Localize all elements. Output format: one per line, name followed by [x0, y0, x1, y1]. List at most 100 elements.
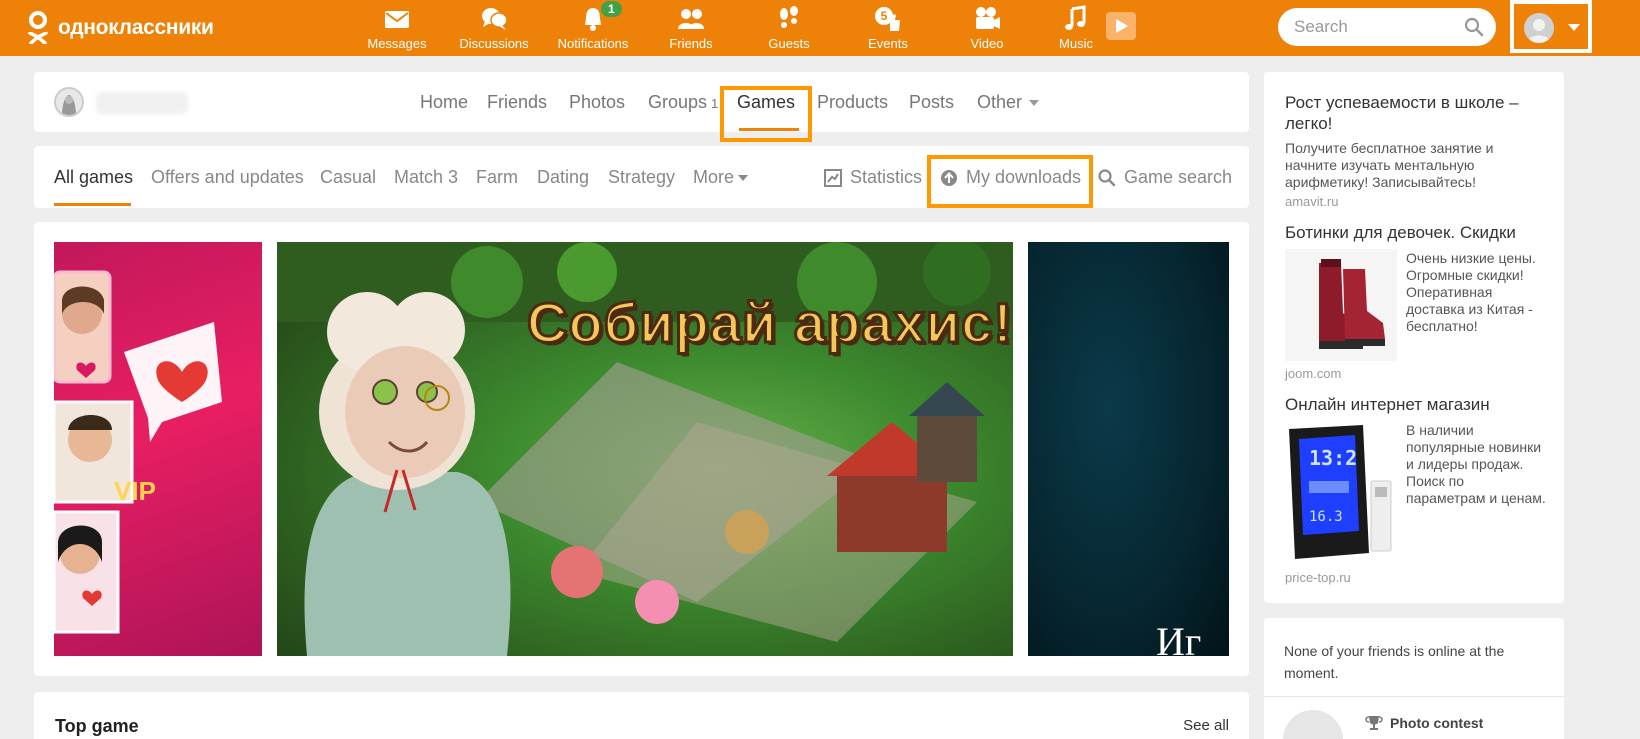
profile-avatar[interactable] — [54, 87, 84, 117]
svg-text:16.3: 16.3 — [1309, 509, 1343, 525]
nav-events[interactable]: 5 Events — [848, 5, 928, 53]
search-input[interactable] — [1294, 16, 1454, 38]
banner-farm-game[interactable]: Собирай арахис! — [277, 242, 1013, 656]
banner-title: Собирай арахис! — [526, 290, 1013, 356]
games-tab-underline — [739, 128, 799, 131]
search-box — [1278, 8, 1496, 46]
ad-source[interactable]: price-top.ru — [1285, 570, 1351, 585]
ok-logo-icon — [26, 10, 50, 46]
profile-tabs-card: Home Friends Photos Groups 1 Games Produc… — [34, 72, 1249, 132]
nav-label: Events — [868, 36, 908, 51]
profile-name-blurred[interactable] — [96, 92, 188, 114]
envelope-icon — [385, 11, 409, 28]
ad-title[interactable]: Рост успеваемости в школе – легко! — [1285, 92, 1545, 134]
tab-all-games[interactable]: All games — [54, 167, 133, 188]
brand-name: одноклассники — [58, 16, 214, 39]
ok-logo[interactable]: одноклассники — [26, 10, 214, 46]
footprints-icon — [780, 6, 798, 28]
photo-contest-label: Photo contest — [1390, 715, 1484, 731]
tab-strategy[interactable]: Strategy — [608, 167, 675, 188]
ad-text[interactable]: В наличии популярные новинки и лидеры пр… — [1406, 422, 1546, 507]
contest-avatar[interactable] — [1283, 710, 1343, 739]
ad-source[interactable]: amavit.ru — [1285, 194, 1338, 209]
ad-image-boots[interactable] — [1285, 249, 1397, 361]
notifications-badge: 1 — [601, 1, 622, 17]
ad-image-weather-station[interactable]: 13:2 16.3 — [1285, 421, 1397, 565]
nav-messages[interactable]: Messages — [357, 5, 437, 53]
play-video-icon[interactable] — [1106, 12, 1136, 40]
ad-title[interactable]: Ботинки для девочек. Скидки — [1285, 222, 1545, 243]
nav-friends[interactable]: Friends — [651, 5, 731, 53]
statistics-label: Statistics — [850, 167, 923, 187]
chevron-down-icon — [738, 175, 749, 181]
tab-dating[interactable]: Dating — [537, 167, 589, 188]
chevron-down-icon — [1029, 100, 1040, 106]
tab-groups-label: Groups — [648, 92, 708, 112]
camera-icon — [976, 7, 1000, 29]
tab-match3[interactable]: Match 3 — [394, 167, 458, 188]
nav-label: Guests — [768, 36, 810, 51]
statistics-link[interactable]: Statistics — [824, 167, 922, 188]
tab-other[interactable]: Other — [977, 92, 1040, 113]
friends-online-panel: None of your friends is online at the mo… — [1264, 618, 1564, 739]
speech-bubbles-icon — [482, 8, 508, 30]
user-avatar — [1524, 13, 1554, 43]
see-all-link[interactable]: See all — [1183, 717, 1229, 734]
chevron-down-icon — [1568, 24, 1580, 31]
banner-dating-game[interactable]: VIP — [54, 242, 262, 656]
tab-casual[interactable]: Casual — [320, 167, 376, 188]
magnifier-icon — [1098, 168, 1116, 186]
nav-label: Discussions — [459, 36, 529, 51]
game-search-label: Game search — [1124, 167, 1233, 187]
game-search-link[interactable]: Game search — [1098, 167, 1232, 188]
ads-panel: Рост успеваемости в школе – легко! Получ… — [1264, 72, 1564, 603]
banner-dark-game[interactable]: Иг — [1028, 242, 1229, 656]
games-tab-highlight — [720, 86, 812, 142]
svg-text:VIP: VIP — [114, 476, 156, 506]
tab-other-label: Other — [977, 92, 1023, 112]
games-carousel: VIP Собирай арахис! Иг — [34, 222, 1249, 676]
top-game-section: Top game See all — [34, 692, 1249, 739]
tab-farm[interactable]: Farm — [476, 167, 518, 188]
music-note-icon — [1065, 5, 1086, 30]
tab-offers-updates[interactable]: Offers and updates — [151, 167, 304, 188]
trophy-icon — [1365, 716, 1383, 730]
people-icon — [678, 9, 704, 29]
nav-label: Notifications — [557, 36, 629, 51]
tab-friends[interactable]: Friends — [487, 92, 547, 113]
top-bar: одноклассники Messages Discussions Notif… — [0, 0, 1640, 56]
tab-photos[interactable]: Photos — [569, 92, 625, 113]
all-games-underline — [54, 203, 131, 206]
tab-groups-count: 1 — [711, 96, 719, 111]
tab-more-label: More — [693, 167, 735, 187]
nav-label: Music — [1059, 36, 1093, 51]
nav-label: Messages — [367, 36, 427, 51]
ad-text[interactable]: Очень низкие цены. Огромные скидки! Опер… — [1406, 250, 1546, 335]
bar-chart-icon — [824, 168, 842, 187]
my-downloads-highlight — [927, 155, 1093, 208]
ad-title[interactable]: Онлайн интернет магазин — [1285, 394, 1545, 415]
top-game-title: Top game — [55, 716, 139, 736]
nav-music[interactable]: Music — [1036, 5, 1116, 53]
nav-label: Friends — [669, 36, 713, 51]
ad-source[interactable]: joom.com — [1285, 366, 1341, 381]
nav-notifications[interactable]: Notifications 1 — [553, 1, 633, 53]
svg-text:13:2: 13:2 — [1309, 446, 1357, 470]
nav-video[interactable]: Video — [947, 5, 1027, 53]
tab-posts[interactable]: Posts — [909, 92, 954, 113]
nav-guests[interactable]: Guests — [749, 5, 829, 53]
tab-groups[interactable]: Groups 1 — [648, 92, 718, 113]
divider — [1264, 696, 1564, 697]
photo-contest-link[interactable]: Photo contest — [1364, 715, 1483, 731]
tab-products[interactable]: Products — [817, 92, 888, 113]
user-menu-button[interactable] — [1510, 0, 1592, 53]
no-friends-online-message: None of your friends is online at the mo… — [1284, 643, 1505, 681]
nav-label: Video — [970, 36, 1004, 51]
banner-right-text: Иг — [1156, 619, 1202, 656]
ad-text[interactable]: Получите бесплатное занятие и начните из… — [1285, 140, 1505, 191]
nav-discussions[interactable]: Discussions — [454, 5, 534, 53]
svg-text:5: 5 — [881, 9, 888, 23]
search-icon[interactable] — [1464, 17, 1484, 37]
tab-home[interactable]: Home — [420, 92, 468, 113]
tab-more[interactable]: More — [693, 167, 749, 188]
